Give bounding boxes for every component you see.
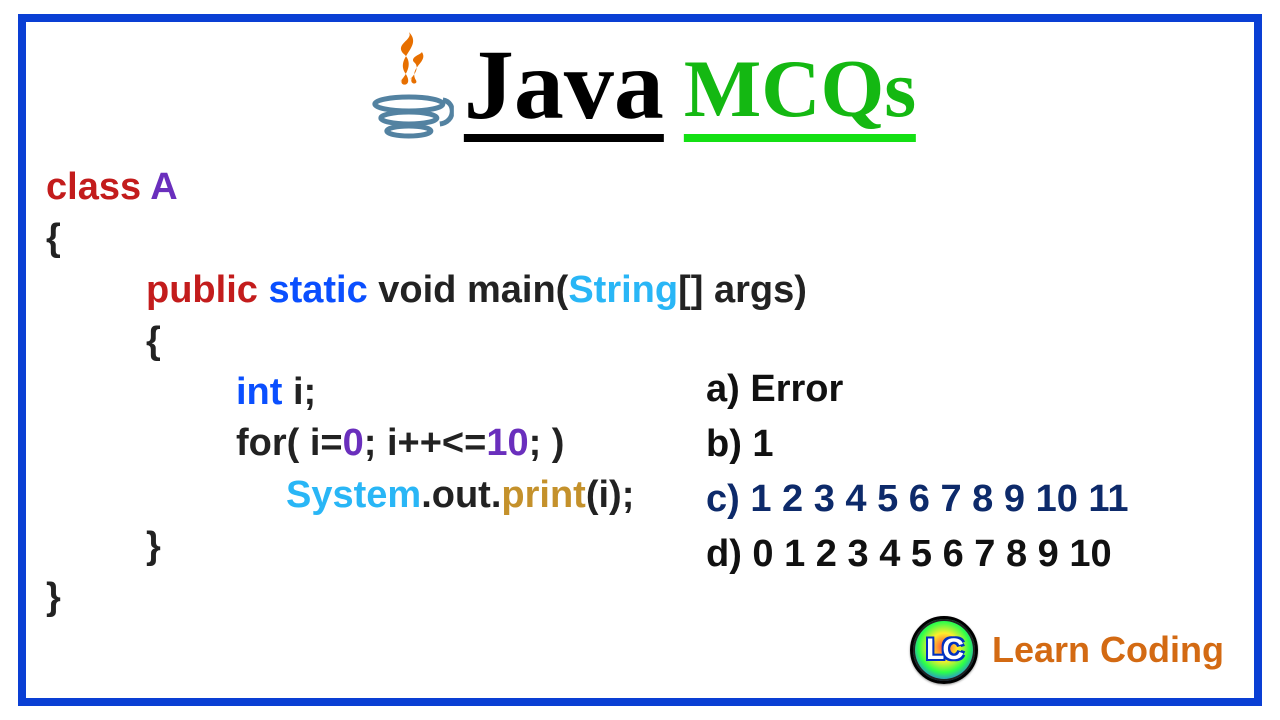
code-block: class A { public static void main(String… [46,162,807,624]
code-line-9: } [46,572,807,623]
code-line-2: { [46,213,807,264]
option-b: b) 1 [706,417,1129,472]
slide-frame: Java MCQs class A { public static void m… [18,14,1262,706]
option-c: c) 1 2 3 4 5 6 7 8 9 10 11 [706,472,1129,527]
code-line-3: public static void main(String[] args) [46,265,807,316]
code-line-7: System.out.print(i); [46,470,807,521]
title-row: Java MCQs [364,32,916,142]
brand-name: Learn Coding [992,629,1224,671]
option-d: d) 0 1 2 3 4 5 6 7 8 9 10 [706,527,1129,582]
java-logo-icon [364,32,454,142]
code-line-8: } [46,521,807,572]
code-line-1: class A [46,162,807,213]
brand-row: LC Learn Coding [910,616,1224,684]
code-line-5: int i; [46,367,807,418]
title-java: Java [464,37,664,142]
brand-logo-icon: LC [910,616,978,684]
mcq-options: a) Error b) 1 c) 1 2 3 4 5 6 7 8 9 10 11… [706,362,1129,582]
title-mcqs: MCQs [684,46,916,142]
option-a: a) Error [706,362,1129,417]
code-line-4: { [46,316,807,367]
code-line-6: for( i=0; i++<=10; ) [46,418,807,469]
